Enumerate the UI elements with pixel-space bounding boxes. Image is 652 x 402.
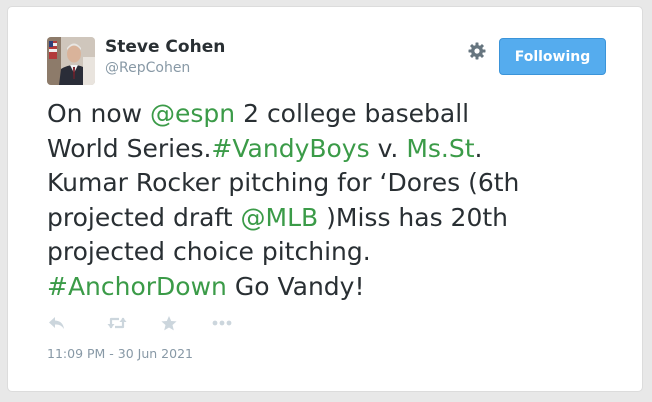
reply-icon[interactable]	[46, 313, 68, 333]
tweet-text: On now @espn 2 college baseball World Ser…	[47, 97, 617, 304]
tweet-text-segment: v.	[369, 133, 407, 163]
more-icon[interactable]	[211, 313, 233, 333]
tweet-line: World Series.#VandyBoys v. Ms.St.	[47, 132, 617, 167]
avatar[interactable]	[47, 37, 95, 85]
following-button[interactable]: Following	[499, 38, 606, 75]
tweet-line: On now @espn 2 college baseball	[47, 97, 617, 132]
tweet-text-segment: projected choice pitching.	[47, 237, 371, 266]
like-star-icon[interactable]	[158, 313, 180, 333]
tweet-timestamp[interactable]: 11:09 PM - 30 Jun 2021	[47, 346, 193, 361]
tweet-line: Kumar Rocker pitching for ‘Dores (6th	[47, 166, 617, 201]
user-name[interactable]: Steve Cohen	[105, 37, 225, 57]
tweet-text-segment: .	[474, 133, 483, 163]
tweet-line: projected draft @MLB )Miss has 20th	[47, 201, 617, 236]
tweet-text-segment: )Miss has 20th	[318, 202, 509, 232]
tweet-actions	[46, 313, 246, 333]
hashtag-link[interactable]: #VandyBoys	[211, 134, 369, 163]
tweet-text-segment: Go Vandy!	[226, 271, 365, 301]
tweet-text-segment: On now	[47, 99, 151, 128]
gear-icon[interactable]	[467, 41, 487, 61]
hashtag-link[interactable]: #AnchorDown	[47, 272, 227, 301]
tweet-text-segment: World Series.	[47, 133, 212, 163]
tweet-text-segment: projected draft	[47, 202, 241, 232]
user-handle[interactable]: @RepCohen	[105, 60, 190, 76]
tweet-text-segment: 2 college baseball	[235, 99, 470, 128]
retweet-icon[interactable]	[106, 313, 128, 333]
mention-link[interactable]: @MLB	[241, 203, 319, 232]
tweet-line: projected choice pitching.	[47, 235, 617, 270]
tweet-card: Steve Cohen @RepCohen Following On now @…	[7, 6, 643, 392]
tweet-text-segment: Kumar Rocker pitching for ‘Dores (6th	[47, 168, 520, 197]
text-link[interactable]: Ms.St	[406, 134, 474, 163]
tweet-line: #AnchorDown Go Vandy!	[47, 270, 617, 305]
mention-link[interactable]: @espn	[150, 99, 235, 128]
avatar-image	[47, 37, 95, 85]
